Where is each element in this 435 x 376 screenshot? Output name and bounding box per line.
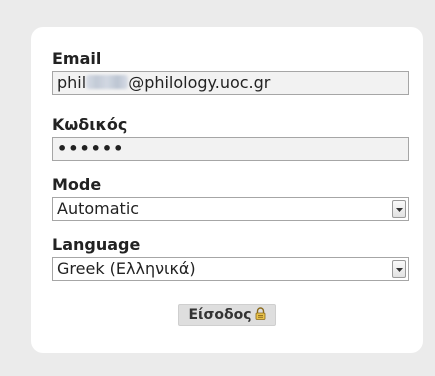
chevron-down-icon[interactable]	[392, 260, 406, 278]
lock-icon	[255, 306, 266, 324]
mode-label: Mode	[52, 175, 102, 194]
redacted-blur	[86, 75, 129, 89]
email-field[interactable]: phil @philology.uoc.gr	[52, 71, 409, 95]
language-select[interactable]: Greek (Ελληνικά)	[52, 257, 409, 281]
language-selected-value: Greek (Ελληνικά)	[57, 259, 196, 278]
mode-selected-value: Automatic	[57, 199, 140, 218]
login-button-label: Είσοδος	[188, 307, 252, 323]
password-label: Κωδικός	[52, 115, 128, 134]
login-card: Email phil @philology.uoc.gr Κωδικός ••••…	[31, 27, 423, 353]
email-value-suffix: @philology.uoc.gr	[128, 73, 271, 92]
chevron-down-icon[interactable]	[392, 200, 406, 218]
mode-select[interactable]: Automatic	[52, 197, 409, 221]
password-field[interactable]: ••••••	[52, 137, 409, 161]
email-label: Email	[52, 49, 102, 68]
email-value-prefix: phil	[57, 73, 87, 92]
language-label: Language	[52, 235, 141, 254]
login-button[interactable]: Είσοδος	[178, 304, 276, 326]
